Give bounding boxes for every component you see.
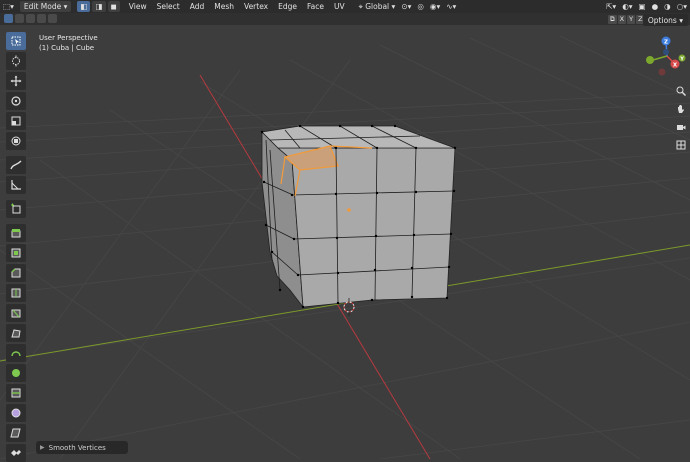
- move-icon[interactable]: [6, 72, 26, 90]
- shading-material-icon[interactable]: ◑: [661, 1, 674, 12]
- mirror-y-button[interactable]: Y: [627, 15, 636, 24]
- navigation-gizmo[interactable]: Z X Y: [646, 36, 686, 76]
- menu-select[interactable]: Select: [152, 1, 185, 12]
- snap-toggle-icon[interactable]: ⧉: [608, 15, 617, 24]
- smooth-icon[interactable]: [6, 364, 26, 382]
- editor-type-icon[interactable]: ⬚▾: [0, 1, 17, 12]
- wave-icon[interactable]: ∿▾: [443, 1, 459, 12]
- viewport-3d[interactable]: Z X Y: [0, 0, 690, 459]
- menu-vertex[interactable]: Vertex: [239, 1, 273, 12]
- menu-face[interactable]: Face: [302, 1, 329, 12]
- vertex-select-button[interactable]: ◧: [77, 1, 91, 12]
- mode-label: Edit Mode: [23, 2, 62, 11]
- select-intersect-icon[interactable]: [48, 14, 57, 23]
- annotate-icon[interactable]: [6, 156, 26, 174]
- menu-view[interactable]: View: [124, 1, 152, 12]
- bevel-icon[interactable]: [6, 264, 26, 282]
- grid-view-icon[interactable]: [675, 139, 687, 151]
- select-new-icon[interactable]: [4, 14, 13, 23]
- inset-icon[interactable]: [6, 244, 26, 262]
- spin-icon[interactable]: [6, 344, 26, 362]
- viewport-nav-buttons: [675, 85, 687, 151]
- cube-mesh[interactable]: [260, 124, 457, 309]
- orientation-label: Global: [365, 2, 390, 11]
- viewport-header: ⬚▾ Edit Mode ▾ ◧ ◨ ◼ View Select Add Mes…: [0, 0, 690, 13]
- menu-uv[interactable]: UV: [329, 1, 350, 12]
- last-operator-panel[interactable]: ▶ Smooth Vertices: [36, 441, 128, 454]
- proportional-edit-icon[interactable]: ◉▾: [427, 1, 443, 12]
- edge-select-button[interactable]: ◨: [92, 1, 106, 12]
- selection-mode-group: [4, 14, 57, 23]
- mode-dropdown[interactable]: Edit Mode ▾: [19, 1, 72, 12]
- viewport-info: User Perspective (1) Cuba | Cube: [39, 33, 98, 53]
- pan-hand-icon[interactable]: [675, 103, 687, 115]
- select-subtract-icon[interactable]: [26, 14, 35, 23]
- select-box-icon[interactable]: [6, 32, 26, 50]
- face-select-button[interactable]: ◼: [107, 1, 120, 12]
- menu-add[interactable]: Add: [185, 1, 210, 12]
- expand-arrow-icon[interactable]: ▶: [40, 444, 45, 451]
- object-info: (1) Cuba | Cube: [39, 44, 95, 52]
- shear-icon[interactable]: [6, 424, 26, 442]
- shading-rendered-icon[interactable]: ○▾: [674, 1, 690, 12]
- snap-icon[interactable]: ◎: [414, 1, 427, 12]
- scale-icon[interactable]: [6, 112, 26, 130]
- mirror-axis-buttons: ⧉ X Y Z: [608, 15, 645, 24]
- pivot-icon[interactable]: ⊙▾: [398, 1, 414, 12]
- select-extend-icon[interactable]: [15, 14, 24, 23]
- extrude-icon[interactable]: [6, 224, 26, 242]
- rip-icon[interactable]: [6, 444, 26, 462]
- cursor-icon[interactable]: [6, 52, 26, 70]
- tool-settings-bar: [0, 13, 690, 25]
- options-label: Options: [647, 15, 677, 25]
- gizmo-y-label: Y: [679, 57, 684, 63]
- transform-icon[interactable]: [6, 132, 26, 150]
- loop-cut-icon[interactable]: [6, 284, 26, 302]
- view-name: User Perspective: [39, 34, 98, 42]
- add-cube-icon[interactable]: [6, 200, 26, 218]
- mirror-x-button[interactable]: X: [617, 15, 627, 24]
- last-operator-label: Smooth Vertices: [48, 443, 106, 452]
- orientation-dropdown[interactable]: ⌖ Global ▾: [356, 1, 399, 12]
- gizmo-toggle-icon[interactable]: ⇱▾: [603, 1, 619, 12]
- tool-shelf: [6, 32, 26, 462]
- menu-mesh[interactable]: Mesh: [209, 1, 239, 12]
- overlay-icon[interactable]: ◐▾: [619, 1, 635, 12]
- knife-icon[interactable]: [6, 304, 26, 322]
- xray-icon[interactable]: ▣: [636, 1, 649, 12]
- zoom-icon[interactable]: [675, 85, 687, 97]
- camera-icon[interactable]: [675, 121, 687, 133]
- shrink-fatten-icon[interactable]: [6, 404, 26, 422]
- gizmo-z-label: Z: [664, 40, 668, 46]
- edge-slide-icon[interactable]: [6, 384, 26, 402]
- options-dropdown[interactable]: Options ▾: [642, 14, 688, 26]
- object-origin: [347, 208, 351, 212]
- shading-solid-icon[interactable]: ●: [649, 1, 662, 12]
- select-invert-icon[interactable]: [37, 14, 46, 23]
- transform-orientation-icon: ⌖: [358, 1, 363, 11]
- poly-build-icon[interactable]: [6, 324, 26, 342]
- rotate-icon[interactable]: [6, 92, 26, 110]
- menu-edge[interactable]: Edge: [273, 1, 302, 12]
- measure-icon[interactable]: [6, 176, 26, 194]
